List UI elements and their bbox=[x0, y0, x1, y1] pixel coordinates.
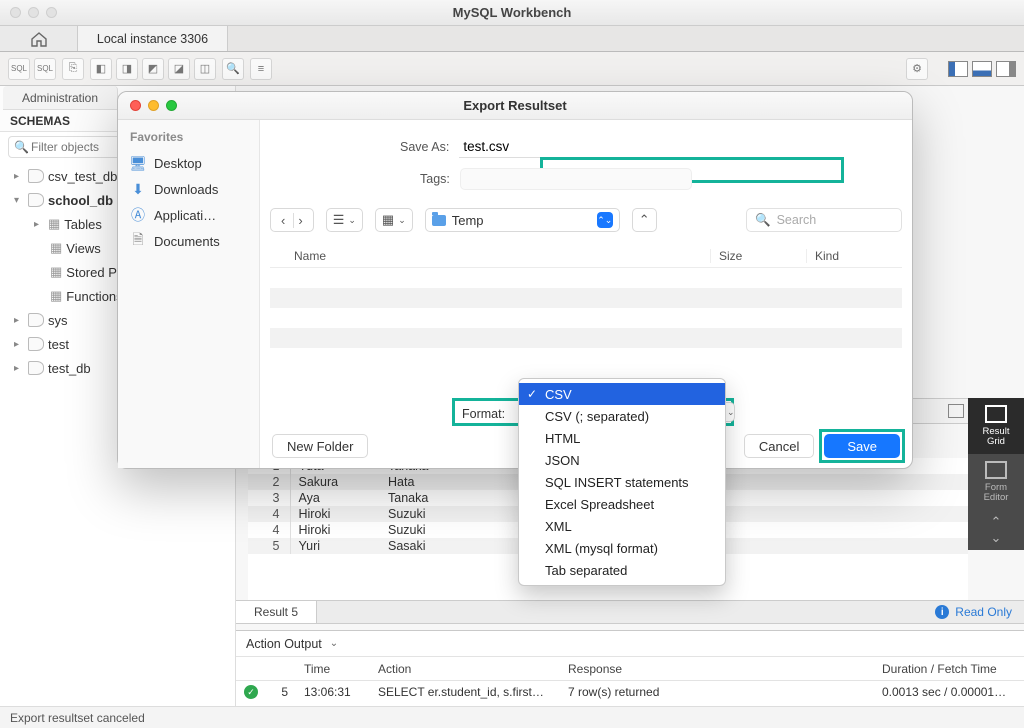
panel-toggle-left-icon[interactable] bbox=[948, 61, 968, 77]
tags-label: Tags: bbox=[420, 172, 450, 186]
format-option-excel[interactable]: Excel Spreadsheet bbox=[519, 493, 725, 515]
downloads-icon: ⬇ bbox=[130, 181, 146, 197]
format-option-tab[interactable]: Tab separated bbox=[519, 559, 725, 581]
nav-back-forward[interactable]: ‹› bbox=[270, 208, 314, 232]
chevron-right-icon: › bbox=[293, 213, 306, 228]
settings-icon[interactable]: ⚙ bbox=[906, 58, 928, 80]
success-icon: ✓ bbox=[244, 685, 258, 699]
documents-icon: 🗎 bbox=[130, 233, 146, 249]
dialog-title: Export Resultset bbox=[118, 98, 912, 113]
cancel-button[interactable]: Cancel bbox=[744, 434, 814, 458]
form-editor-tab[interactable]: Form Editor bbox=[968, 454, 1024, 510]
format-option-csv-semi[interactable]: CSV (; separated) bbox=[519, 405, 725, 427]
format-label: Format: bbox=[456, 407, 511, 421]
format-dropdown[interactable]: CSV CSV (; separated) HTML JSON SQL INSE… bbox=[518, 378, 726, 586]
panel-toggle-bottom-icon[interactable] bbox=[972, 61, 992, 77]
search-icon: 🔍 bbox=[755, 213, 771, 228]
save-button[interactable]: Save bbox=[824, 434, 900, 458]
format-option-csv[interactable]: CSV bbox=[519, 383, 725, 405]
dropdown-icon[interactable]: ⌄ bbox=[330, 638, 338, 649]
format-option-json[interactable]: JSON bbox=[519, 449, 725, 471]
new-folder-button[interactable]: New Folder bbox=[272, 434, 368, 458]
toolbar-icon[interactable]: 🔍 bbox=[222, 58, 244, 80]
administration-tab[interactable]: Administration bbox=[3, 86, 118, 110]
toolbar-icon[interactable]: ◧ bbox=[90, 58, 112, 80]
info-icon: i bbox=[935, 605, 949, 619]
search-icon: 🔍 bbox=[14, 140, 29, 154]
folder-icon bbox=[432, 215, 446, 226]
result-grid-tab[interactable]: Result Grid bbox=[968, 398, 1024, 454]
toolbar-icon[interactable]: ◩ bbox=[142, 58, 164, 80]
format-option-xml[interactable]: XML bbox=[519, 515, 725, 537]
view-mode-list[interactable]: ☰ ⌄ bbox=[326, 208, 363, 232]
main-toolbar: SQL SQL ⎘ ◧ ◨ ◩ ◪ ◫ 🔍 ≡ ⚙ bbox=[0, 52, 1024, 86]
form-icon bbox=[985, 461, 1007, 479]
col-kind[interactable]: Kind bbox=[806, 249, 902, 263]
save-as-label: Save As: bbox=[400, 140, 449, 154]
action-output-row[interactable]: ✓ 5 13:06:31 SELECT er.student_id, s.fir… bbox=[236, 681, 1024, 703]
toolbar-icon[interactable]: SQL bbox=[34, 58, 56, 80]
toolbar-icon[interactable]: ◫ bbox=[194, 58, 216, 80]
toolbar-icon[interactable]: ≡ bbox=[250, 58, 272, 80]
panel-icon[interactable] bbox=[948, 404, 964, 418]
result-sidebar: Result Grid Form Editor ⌃⌄ bbox=[968, 398, 1024, 550]
search-field[interactable]: 🔍 Search bbox=[746, 208, 902, 232]
result-tab[interactable]: Result 5 bbox=[236, 601, 317, 623]
folder-selector[interactable]: Temp ⌃⌄ bbox=[425, 208, 620, 232]
connection-tab[interactable]: Local instance 3306 bbox=[78, 26, 228, 51]
col-time: Time bbox=[296, 662, 370, 676]
favorite-desktop[interactable]: 🖥Desktop bbox=[130, 150, 255, 176]
app-title: MySQL Workbench bbox=[0, 5, 1024, 20]
sidebar-scroll[interactable]: ⌃⌄ bbox=[968, 510, 1024, 550]
format-option-xml-mysql[interactable]: XML (mysql format) bbox=[519, 537, 725, 559]
file-list-header: Name Size Kind bbox=[270, 244, 902, 268]
applications-icon: Ⓐ bbox=[130, 207, 146, 223]
connection-tabs: Local instance 3306 bbox=[0, 26, 1024, 52]
favorite-downloads[interactable]: ⬇Downloads bbox=[130, 176, 255, 202]
file-list[interactable] bbox=[270, 268, 902, 368]
status-text: Export resultset canceled bbox=[10, 711, 145, 725]
action-output-panel: Action Output ⌄ Time Action Response Dur… bbox=[236, 630, 1024, 706]
toolbar-icon[interactable]: ◨ bbox=[116, 58, 138, 80]
favorites-header: Favorites bbox=[130, 130, 255, 144]
favorite-documents[interactable]: 🗎Documents bbox=[130, 228, 255, 254]
chevron-left-icon: ‹ bbox=[277, 213, 289, 228]
favorites-sidebar: Favorites 🖥Desktop ⬇Downloads ⒶApplicati… bbox=[118, 120, 260, 468]
col-response: Response bbox=[560, 662, 874, 676]
col-action: Action bbox=[370, 662, 560, 676]
favorite-applications[interactable]: ⒶApplicati… bbox=[130, 202, 255, 228]
toolbar-icon[interactable]: ◪ bbox=[168, 58, 190, 80]
collapse-button[interactable]: ⌃ bbox=[632, 208, 657, 232]
toolbar-icon[interactable]: SQL bbox=[8, 58, 30, 80]
col-size[interactable]: Size bbox=[710, 249, 806, 263]
tags-input[interactable] bbox=[460, 168, 692, 190]
save-as-input[interactable] bbox=[459, 136, 691, 158]
col-name[interactable]: Name bbox=[270, 249, 710, 263]
chevron-up-down-icon: ⌃⌄ bbox=[597, 212, 613, 228]
desktop-icon: 🖥 bbox=[130, 155, 146, 171]
status-bar: Export resultset canceled bbox=[0, 706, 1024, 728]
folder-name: Temp bbox=[452, 213, 484, 228]
action-output-label: Action Output bbox=[246, 637, 322, 651]
main-titlebar: MySQL Workbench bbox=[0, 0, 1024, 26]
search-placeholder: Search bbox=[777, 213, 817, 227]
format-option-html[interactable]: HTML bbox=[519, 427, 725, 449]
format-option-sql[interactable]: SQL INSERT statements bbox=[519, 471, 725, 493]
col-duration: Duration / Fetch Time bbox=[874, 662, 1024, 676]
panel-toggle-right-icon[interactable] bbox=[996, 61, 1016, 77]
read-only-indicator: i Read Only bbox=[935, 605, 1012, 619]
view-options[interactable]: ▦ ⌄ bbox=[375, 208, 413, 232]
home-tab[interactable] bbox=[0, 26, 78, 51]
toolbar-icon[interactable]: ⎘ bbox=[62, 58, 84, 80]
export-resultset-dialog: Export Resultset Favorites 🖥Desktop ⬇Dow… bbox=[117, 91, 913, 469]
grid-icon bbox=[985, 405, 1007, 423]
